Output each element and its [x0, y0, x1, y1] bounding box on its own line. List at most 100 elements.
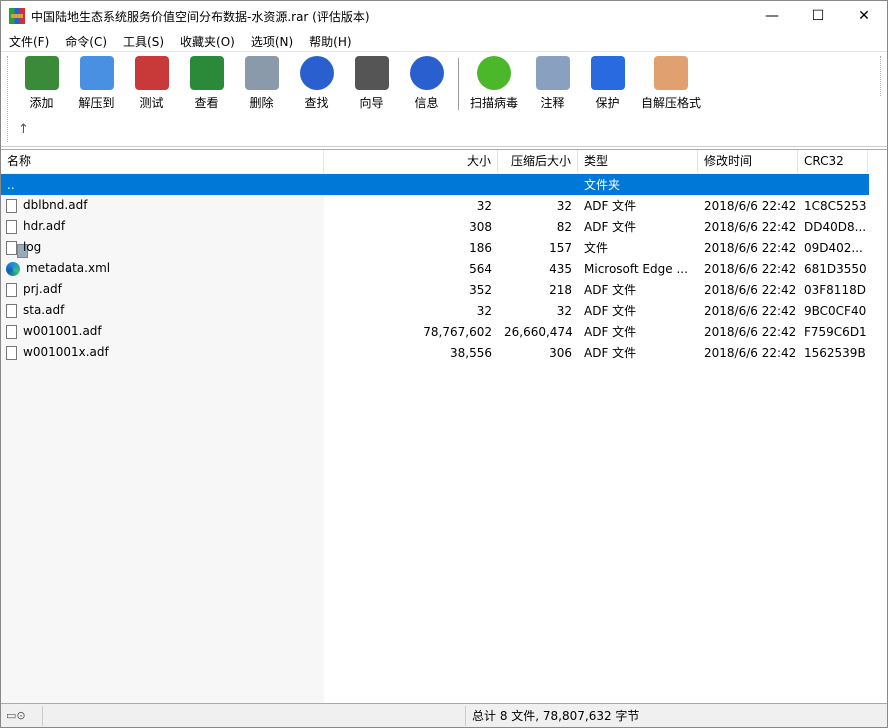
toolbar-label: 注释 [540, 96, 565, 110]
cell-packed: 82 [556, 219, 572, 234]
file-name: log [23, 240, 42, 255]
menu-item-3[interactable]: 收藏夹(O) [172, 33, 243, 50]
cell-crc: 1C8C5253 [804, 198, 867, 213]
cell-packed: 435 [549, 261, 572, 276]
toolbar-button-5[interactable]: 查找 [289, 56, 344, 112]
cell-packed: 32 [556, 303, 572, 318]
close-button[interactable]: ✕ [841, 1, 887, 31]
drive-key-icon[interactable]: ▭⊙ [1, 705, 43, 726]
toolbar-label: 自解压格式 [640, 96, 701, 110]
add-archive-icon [24, 56, 59, 90]
file-icon [6, 345, 17, 360]
file-icon [6, 219, 17, 234]
winrar-app-icon [9, 8, 25, 24]
file-row[interactable]: log 186 157 文件 2018/6/6 22:42 09D402... [1, 237, 869, 258]
toolbar-separator [458, 58, 459, 110]
comment-icon [535, 56, 570, 90]
column-header-type[interactable]: 类型 [578, 150, 698, 173]
toolbar-button-0[interactable]: 添加 [14, 56, 69, 112]
cell-packed: 157 [549, 240, 572, 255]
column-header-crc32[interactable]: CRC32 [798, 150, 868, 173]
cell-size: 564 [469, 261, 492, 276]
menu-item-2[interactable]: 工具(S) [115, 33, 172, 50]
file-row[interactable]: sta.adf 32 32 ADF 文件 2018/6/6 22:42 9BC0CF40 [1, 300, 869, 321]
minimize-button[interactable]: — [749, 1, 795, 31]
file-row[interactable]: metadata.xml 564 435 Microsoft Edge ... 2018… [1, 258, 869, 279]
cell-name: metadata.xml [1, 261, 324, 276]
cell-mtime: 2018/6/6 22:42 [704, 324, 797, 339]
cell-mtime: 2018/6/6 22:42 [704, 282, 797, 297]
toolbar-button-10[interactable]: 保护 [580, 56, 635, 112]
column-header-name[interactable]: 名称 [1, 150, 324, 173]
cell-packed: 306 [549, 345, 572, 360]
cell-size: 352 [469, 282, 492, 297]
status-bar: ▭⊙ 总计 8 文件, 78,807,632 字节 [1, 703, 887, 727]
menu-item-5[interactable]: 帮助(H) [301, 33, 359, 50]
cell-packed: 218 [549, 282, 572, 297]
file-row[interactable]: w001001.adf 78,767,602 26,660,474 ADF 文件 201… [1, 321, 869, 342]
file-name: w001001.adf [23, 324, 102, 339]
status-summary: 总计 8 文件, 78,807,632 字节 [472, 709, 640, 723]
search-magnifier-icon [299, 56, 334, 90]
cell-crc: F759C6D1 [804, 324, 867, 339]
sfx-box-icon [654, 56, 688, 90]
toolbar-button-6[interactable]: 向导 [344, 56, 399, 112]
shield-icon [590, 56, 625, 90]
cell-crc: 681D3550 [804, 261, 867, 276]
toolbar-grip-right[interactable] [880, 56, 881, 96]
cell-crc: 03F8118D [804, 282, 866, 297]
cell-mtime: 2018/6/6 22:42 [704, 303, 797, 318]
file-row[interactable]: dblbnd.adf 32 32 ADF 文件 2018/6/6 22:42 1C8C52… [1, 195, 869, 216]
file-name: hdr.adf [23, 219, 66, 234]
column-header-modified[interactable]: 修改时间 [698, 150, 798, 173]
menu-item-4[interactable]: 选项(N) [243, 33, 301, 50]
menu-bar: 文件(F) 命令(C) 工具(S) 收藏夹(O) 选项(N) 帮助(H) [1, 31, 360, 51]
toolbar-button-8[interactable]: 扫描病毒 [463, 56, 525, 112]
toolbar-label: 添加 [29, 96, 54, 110]
cell-name: w001001.adf [1, 324, 324, 339]
toolbar-button-9[interactable]: 注释 [525, 56, 580, 112]
window-title: 中国陆地生态系统服务价值空间分布数据-水资源.rar (评估版本) [31, 9, 370, 24]
virus-scan-icon [477, 56, 511, 90]
cell-size: 32 [476, 303, 492, 318]
file-icon [6, 198, 17, 213]
column-header-packed[interactable]: 压缩后大小 [498, 150, 578, 173]
cell-size: 32 [476, 198, 492, 213]
cell-type: 文件夹 [584, 178, 621, 192]
toolbar-button-11[interactable]: 自解压格式 [635, 56, 707, 112]
file-name: w001001x.adf [23, 345, 109, 360]
info-icon [409, 56, 444, 90]
cell-type: ADF 文件 [584, 220, 637, 234]
toolbar-button-2[interactable]: 测试 [124, 56, 179, 112]
cell-type: ADF 文件 [584, 346, 637, 360]
cell-size: 38,556 [450, 345, 492, 360]
menu-item-1[interactable]: 命令(C) [57, 33, 115, 50]
toolbar-label: 解压到 [78, 96, 115, 110]
cell-name: .. [1, 177, 324, 258]
cell-type: 文件 [584, 241, 609, 255]
file-icon [6, 240, 17, 255]
file-name: sta.adf [23, 303, 65, 318]
toolbar-label: 查看 [194, 96, 219, 110]
toolbar-button-1[interactable]: 解压到 [69, 56, 124, 112]
menu-item-0[interactable]: 文件(F) [1, 33, 57, 50]
file-row[interactable]: hdr.adf 308 82 ADF 文件 2018/6/6 22:42 DD40D8..… [1, 216, 869, 237]
up-folder-button[interactable]: ↑ [18, 122, 29, 137]
file-row[interactable]: .. 文件夹 [1, 174, 869, 258]
file-list: 名称 大小 压缩后大小 类型 修改时间 CRC32 .. 文件夹 dblbnd.ad… [1, 149, 887, 704]
file-name: .. [7, 177, 15, 192]
toolbar-grip[interactable] [7, 56, 8, 142]
cell-size: 308 [469, 219, 492, 234]
file-name: dblbnd.adf [23, 198, 88, 213]
toolbar-button-3[interactable]: 查看 [179, 56, 234, 112]
maximize-button[interactable]: ☐ [795, 1, 841, 31]
column-header-size[interactable]: 大小 [324, 150, 498, 173]
edge-file-icon [6, 261, 20, 276]
file-row[interactable]: w001001x.adf 38,556 306 ADF 文件 2018/6/6 22:4… [1, 342, 869, 363]
file-row[interactable]: prj.adf 352 218 ADF 文件 2018/6/6 22:42 03F8118… [1, 279, 869, 300]
cell-crc: 09D402... [804, 240, 863, 255]
cell-name: hdr.adf [1, 219, 324, 234]
cell-type: ADF 文件 [584, 283, 637, 297]
toolbar-button-4[interactable]: 删除 [234, 56, 289, 112]
toolbar-button-7[interactable]: 信息 [399, 56, 454, 112]
